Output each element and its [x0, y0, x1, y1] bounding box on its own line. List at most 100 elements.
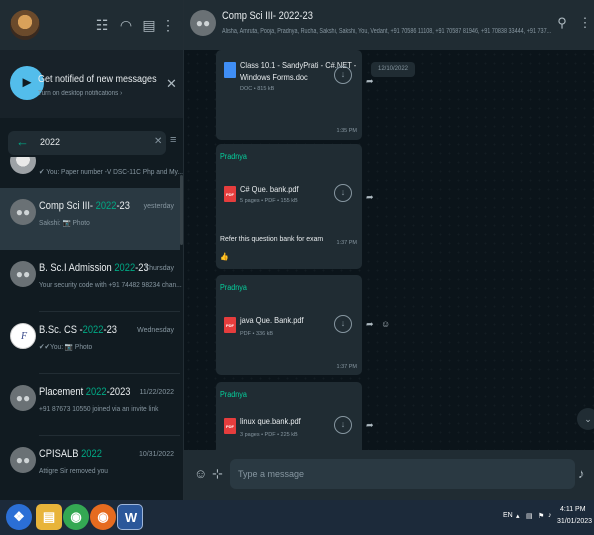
message-time: 1:37 PM [336, 364, 357, 370]
forward-icon[interactable]: ➦ [366, 192, 374, 203]
chat-last-message: +91 87673 10550 joined via an invite lin… [39, 404, 159, 413]
clock-date[interactable]: 31/01/2023 [557, 518, 592, 525]
scroll-down-icon[interactable]: ⌄ [577, 408, 594, 430]
status-icon[interactable]: ◠ [116, 15, 136, 35]
search-icon[interactable]: ⚲ [554, 15, 570, 31]
whatsapp-window: ☷ ◠ ▤ ⋮ ► Get notified of new messages T… [0, 0, 594, 535]
chrome-icon[interactable]: ◉ [63, 504, 89, 530]
chat-name: Comp Sci III- 2022-23 [39, 200, 130, 212]
college-logo-icon: F [10, 323, 36, 349]
notification-subtitle[interactable]: Turn on desktop notifications › [38, 90, 122, 97]
chat-list: ✔ You: Paper number -V DSC-11C Php and M… [0, 157, 183, 500]
flag-icon[interactable]: ⚑ [538, 512, 544, 520]
sender-name: Pradnya [220, 152, 247, 161]
communities-icon[interactable]: ☷ [92, 15, 112, 35]
clear-search-icon[interactable]: ✕ [154, 136, 162, 147]
document-name: C# Que. bank.pdf [240, 184, 299, 194]
chat-time: Thursday [144, 265, 174, 272]
forward-icon[interactable]: ➦ [366, 76, 374, 87]
close-icon[interactable]: ✕ [166, 76, 177, 92]
search-bar[interactable]: ← 2022 ✕ [8, 131, 166, 155]
message-input[interactable] [230, 459, 575, 489]
document-name: linux que.bank.pdf [240, 416, 301, 426]
download-icon[interactable]: ↓ [334, 315, 352, 333]
word-icon[interactable]: W [117, 504, 143, 530]
attach-icon[interactable]: ⊹ [212, 466, 223, 482]
language-indicator[interactable]: EN [503, 512, 513, 519]
pdf-file-icon: PDF [224, 186, 236, 202]
group-avatar-icon: ●● [10, 385, 36, 411]
chat-time: yesterday [143, 203, 174, 210]
document-meta: 3 pages • PDF • 225 kB [240, 432, 298, 438]
download-icon[interactable]: ↓ [334, 416, 352, 434]
document-name-line2: Windows Forms.doc [240, 72, 308, 82]
message-time: 1:37 PM [336, 240, 357, 246]
composer: ☺ ⊹ ♪ [184, 450, 594, 500]
date-chip: 12/10/2022 [371, 62, 415, 77]
new-chat-icon[interactable]: ▤ [139, 15, 159, 35]
conversation-panel: ●● Comp Sci III- 2022-23 Alisha, Amruta,… [183, 0, 594, 500]
pdf-file-icon: PDF [224, 418, 236, 434]
chat-last-message: Your security code with +91 74482 98234 … [39, 280, 182, 289]
network-icon[interactable]: ▤ [526, 512, 533, 520]
conversation-header[interactable]: ●● Comp Sci III- 2022-23 Alisha, Amruta,… [184, 0, 594, 50]
message-time: 1:35 PM [336, 128, 357, 134]
message-bubble[interactable]: Class 10.1 - SandyPrati - C#.NET - Windo… [216, 50, 362, 140]
reaction-emoji[interactable]: 👍 [220, 252, 229, 261]
emoji-reaction-icon[interactable]: ☺ [381, 319, 390, 329]
list-item[interactable]: ●● B. Sc.I Admission 2022-23 Thursday Yo… [0, 250, 182, 312]
start-button-icon[interactable]: ❖ [6, 504, 32, 530]
document-name: java Que. Bank.pdf [240, 315, 304, 325]
download-icon[interactable]: ↓ [334, 66, 352, 84]
emoji-icon[interactable]: ☺ [194, 466, 207, 481]
chat-name: B.Sc. CS -2022-23 [39, 324, 117, 336]
menu-icon[interactable]: ⋮ [577, 15, 593, 31]
menu-icon[interactable]: ⋮ [158, 15, 178, 35]
group-avatar-icon: ●● [10, 447, 36, 473]
tray-chevron-icon[interactable]: ▴ [516, 512, 520, 520]
chat-last-message: Attigre Sir removed you [39, 466, 108, 475]
sidebar-header: ☷ ◠ ▤ ⋮ [0, 0, 183, 50]
message-bubble[interactable]: Pradnya PDF linux que.bank.pdf 3 pages •… [216, 382, 362, 450]
message-bubble[interactable]: Pradnya PDF java Que. Bank.pdf PDF • 336… [216, 275, 362, 375]
volume-icon[interactable]: ♪ [548, 512, 552, 519]
filter-icon[interactable]: ≡ [170, 134, 176, 146]
file-explorer-icon[interactable]: ▤ [36, 504, 62, 530]
message-bubble[interactable]: Pradnya PDF C# Que. bank.pdf 5 pages • P… [216, 144, 362, 269]
microphone-icon[interactable]: ♪ [578, 466, 585, 481]
chat-time: 10/31/2022 [138, 451, 174, 458]
chat-name: CPISALB 2022 [39, 448, 102, 460]
chat-time: Wednesday [137, 327, 174, 334]
forward-icon[interactable]: ➦ [366, 420, 374, 431]
firefox-icon[interactable]: ◉ [90, 504, 116, 530]
group-avatar-icon: ●● [10, 261, 36, 287]
pdf-file-icon: PDF [224, 317, 236, 333]
chat-time: 11/22/2022 [139, 389, 174, 396]
document-meta: DOC • 815 kB [240, 86, 275, 92]
notification-title: Get notified of new messages [38, 74, 157, 85]
chat-last-message: ✔ You: Paper number -V DSC-11C Php and M… [39, 167, 183, 176]
list-item[interactable]: ●● Placement 2022-2023 11/22/2022 +91 87… [0, 374, 180, 436]
chat-sidebar: ☷ ◠ ▤ ⋮ ► Get notified of new messages T… [0, 0, 183, 500]
document-meta: 5 pages • PDF • 155 kB [240, 198, 298, 204]
back-arrow-icon[interactable]: ← [16, 134, 29, 149]
clock-time[interactable]: 4:11 PM [560, 506, 586, 513]
my-avatar[interactable] [10, 10, 40, 40]
chat-name: B. Sc.I Admission 2022-23 [39, 262, 149, 274]
sender-name: Pradnya [220, 390, 247, 399]
chat-last-message: ✔✔You: 📷 Photo [39, 342, 93, 351]
list-item[interactable]: F B.Sc. CS -2022-23 Wednesday ✔✔You: 📷 P… [0, 312, 180, 374]
notification-banner[interactable]: ► Get notified of new messages Turn on d… [0, 50, 183, 118]
group-avatar-icon[interactable]: ●● [190, 10, 216, 36]
chat-name: Placement 2022-2023 [39, 386, 131, 398]
group-avatar-icon: ●● [10, 199, 36, 225]
download-icon[interactable]: ↓ [334, 184, 352, 202]
conversation-members: Alisha, Amruta, Pooja, Pradnya, Rucha, S… [222, 28, 552, 35]
search-input[interactable]: 2022 [40, 137, 60, 147]
doc-file-icon [224, 62, 236, 78]
avatar [10, 157, 36, 174]
list-item[interactable]: ●● Comp Sci III- 2022-23 yesterday Saksh… [0, 188, 180, 250]
conversation-title[interactable]: Comp Sci III- 2022-23 [222, 10, 313, 22]
forward-icon[interactable]: ➦ [366, 319, 374, 330]
list-item[interactable]: ●● CPISALB 2022 10/31/2022 Attigre Sir r… [0, 436, 180, 498]
